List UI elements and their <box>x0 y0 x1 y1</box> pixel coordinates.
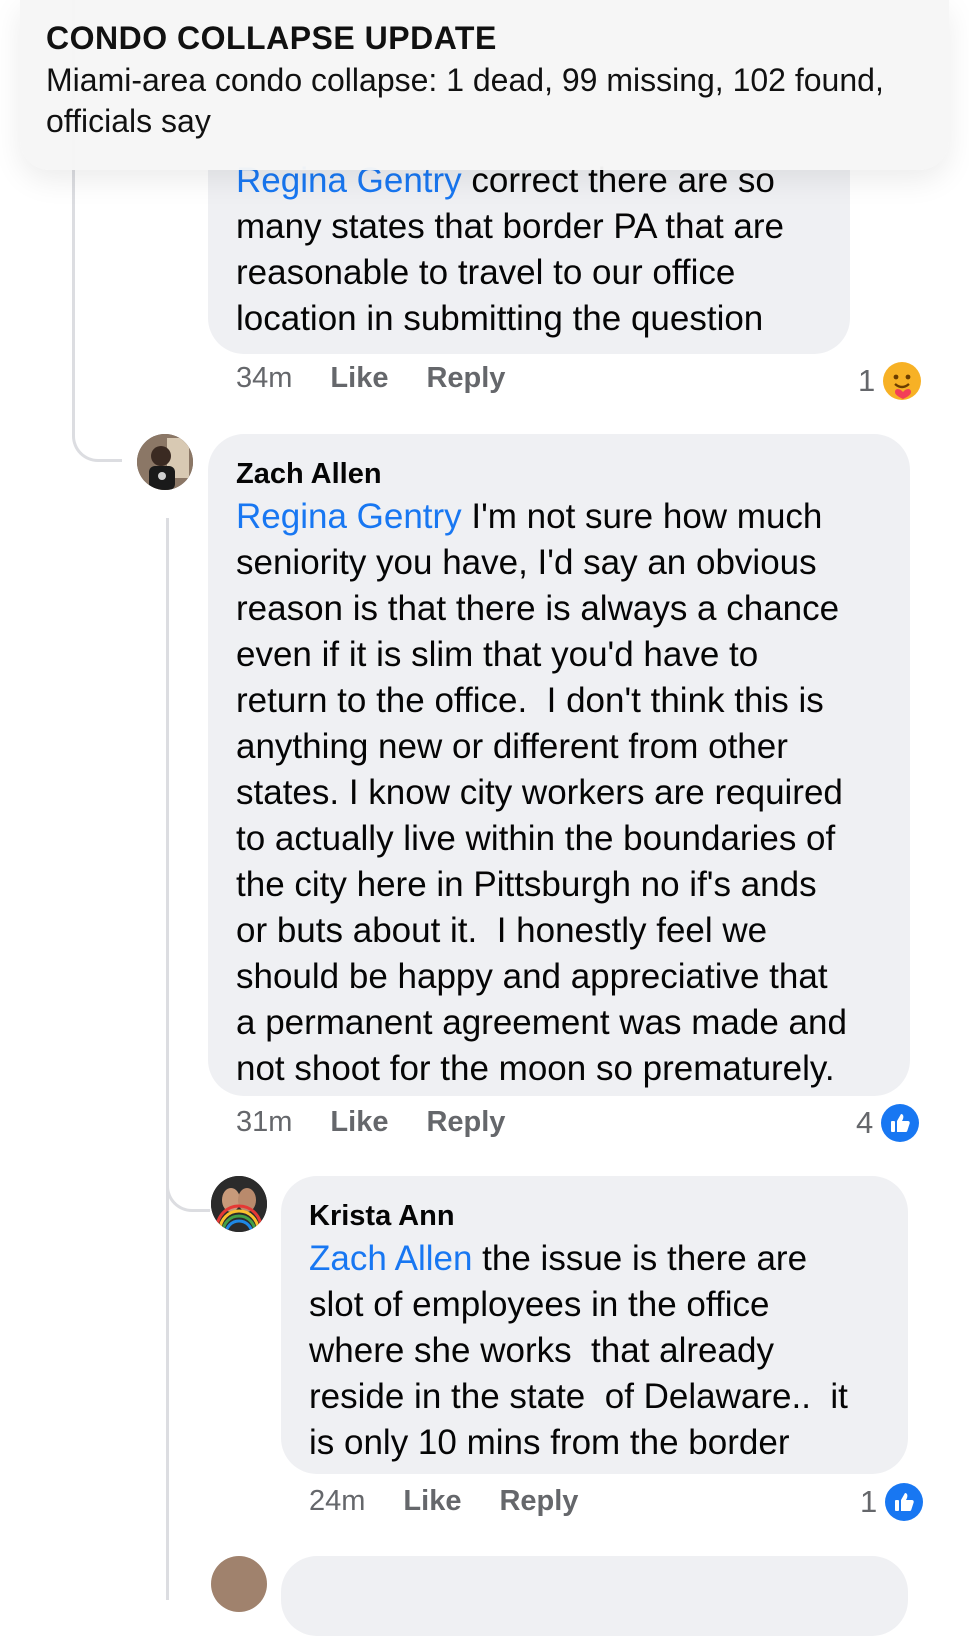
comment-actions: 31m Like Reply <box>236 1106 505 1139</box>
comment-bubble <box>281 1556 908 1636</box>
comment-bubble: Krista Ann Zach Allen the issue is there… <box>281 1176 908 1474</box>
like-button[interactable]: Like <box>330 1106 388 1139</box>
reaction-summary[interactable]: 1 <box>858 362 922 400</box>
care-reaction-icon <box>883 362 922 400</box>
comment-author[interactable]: Zach Allen <box>236 454 882 494</box>
comment-actions: 34m Like Reply <box>236 362 505 395</box>
like-button[interactable]: Like <box>403 1485 461 1518</box>
comment-actions: 24m Like Reply <box>309 1485 578 1518</box>
comment-author[interactable]: Krista Ann <box>309 1196 880 1236</box>
thumbs-up-icon <box>885 1483 924 1521</box>
avatar[interactable] <box>211 1176 267 1232</box>
mention-link[interactable]: Zach Allen <box>309 1239 472 1278</box>
like-button[interactable]: Like <box>330 362 388 395</box>
comment-timestamp: 31m <box>236 1106 293 1138</box>
reaction-summary[interactable]: 1 <box>860 1483 924 1521</box>
reaction-summary[interactable]: 4 <box>856 1104 920 1142</box>
notification-banner[interactable]: CONDO COLLAPSE UPDATE Miami-area condo c… <box>20 0 949 170</box>
reply-button[interactable]: Reply <box>426 362 505 395</box>
reply-button[interactable]: Reply <box>499 1485 578 1518</box>
reaction-count: 1 <box>860 1484 878 1519</box>
comment-bubble: Zach Allen Regina Gentry I'm not sure ho… <box>208 434 910 1096</box>
avatar[interactable] <box>211 1556 267 1612</box>
mention-link[interactable]: Regina Gentry <box>236 497 462 536</box>
reaction-count: 4 <box>856 1105 874 1140</box>
reaction-count: 1 <box>858 363 876 398</box>
thread-elbow-zach <box>72 400 122 462</box>
thumbs-up-icon <box>881 1104 920 1142</box>
comment-timestamp: 24m <box>309 1485 366 1517</box>
thread-line-reply <box>166 518 169 1600</box>
thread-elbow-krista <box>166 1150 210 1212</box>
notification-title: CONDO COLLAPSE UPDATE <box>46 20 497 56</box>
reply-button[interactable]: Reply <box>426 1106 505 1139</box>
comment-timestamp: 34m <box>236 362 293 394</box>
notification-text: Miami-area condo collapse: 1 dead, 99 mi… <box>46 62 884 139</box>
comment-text: Zach Allen the issue is there are slot o… <box>309 1239 848 1462</box>
comment-text: Regina Gentry I'm not sure how much seni… <box>236 497 847 1088</box>
avatar[interactable] <box>137 434 193 490</box>
comment-text: Regina Gentry correct there are so many … <box>236 161 784 338</box>
